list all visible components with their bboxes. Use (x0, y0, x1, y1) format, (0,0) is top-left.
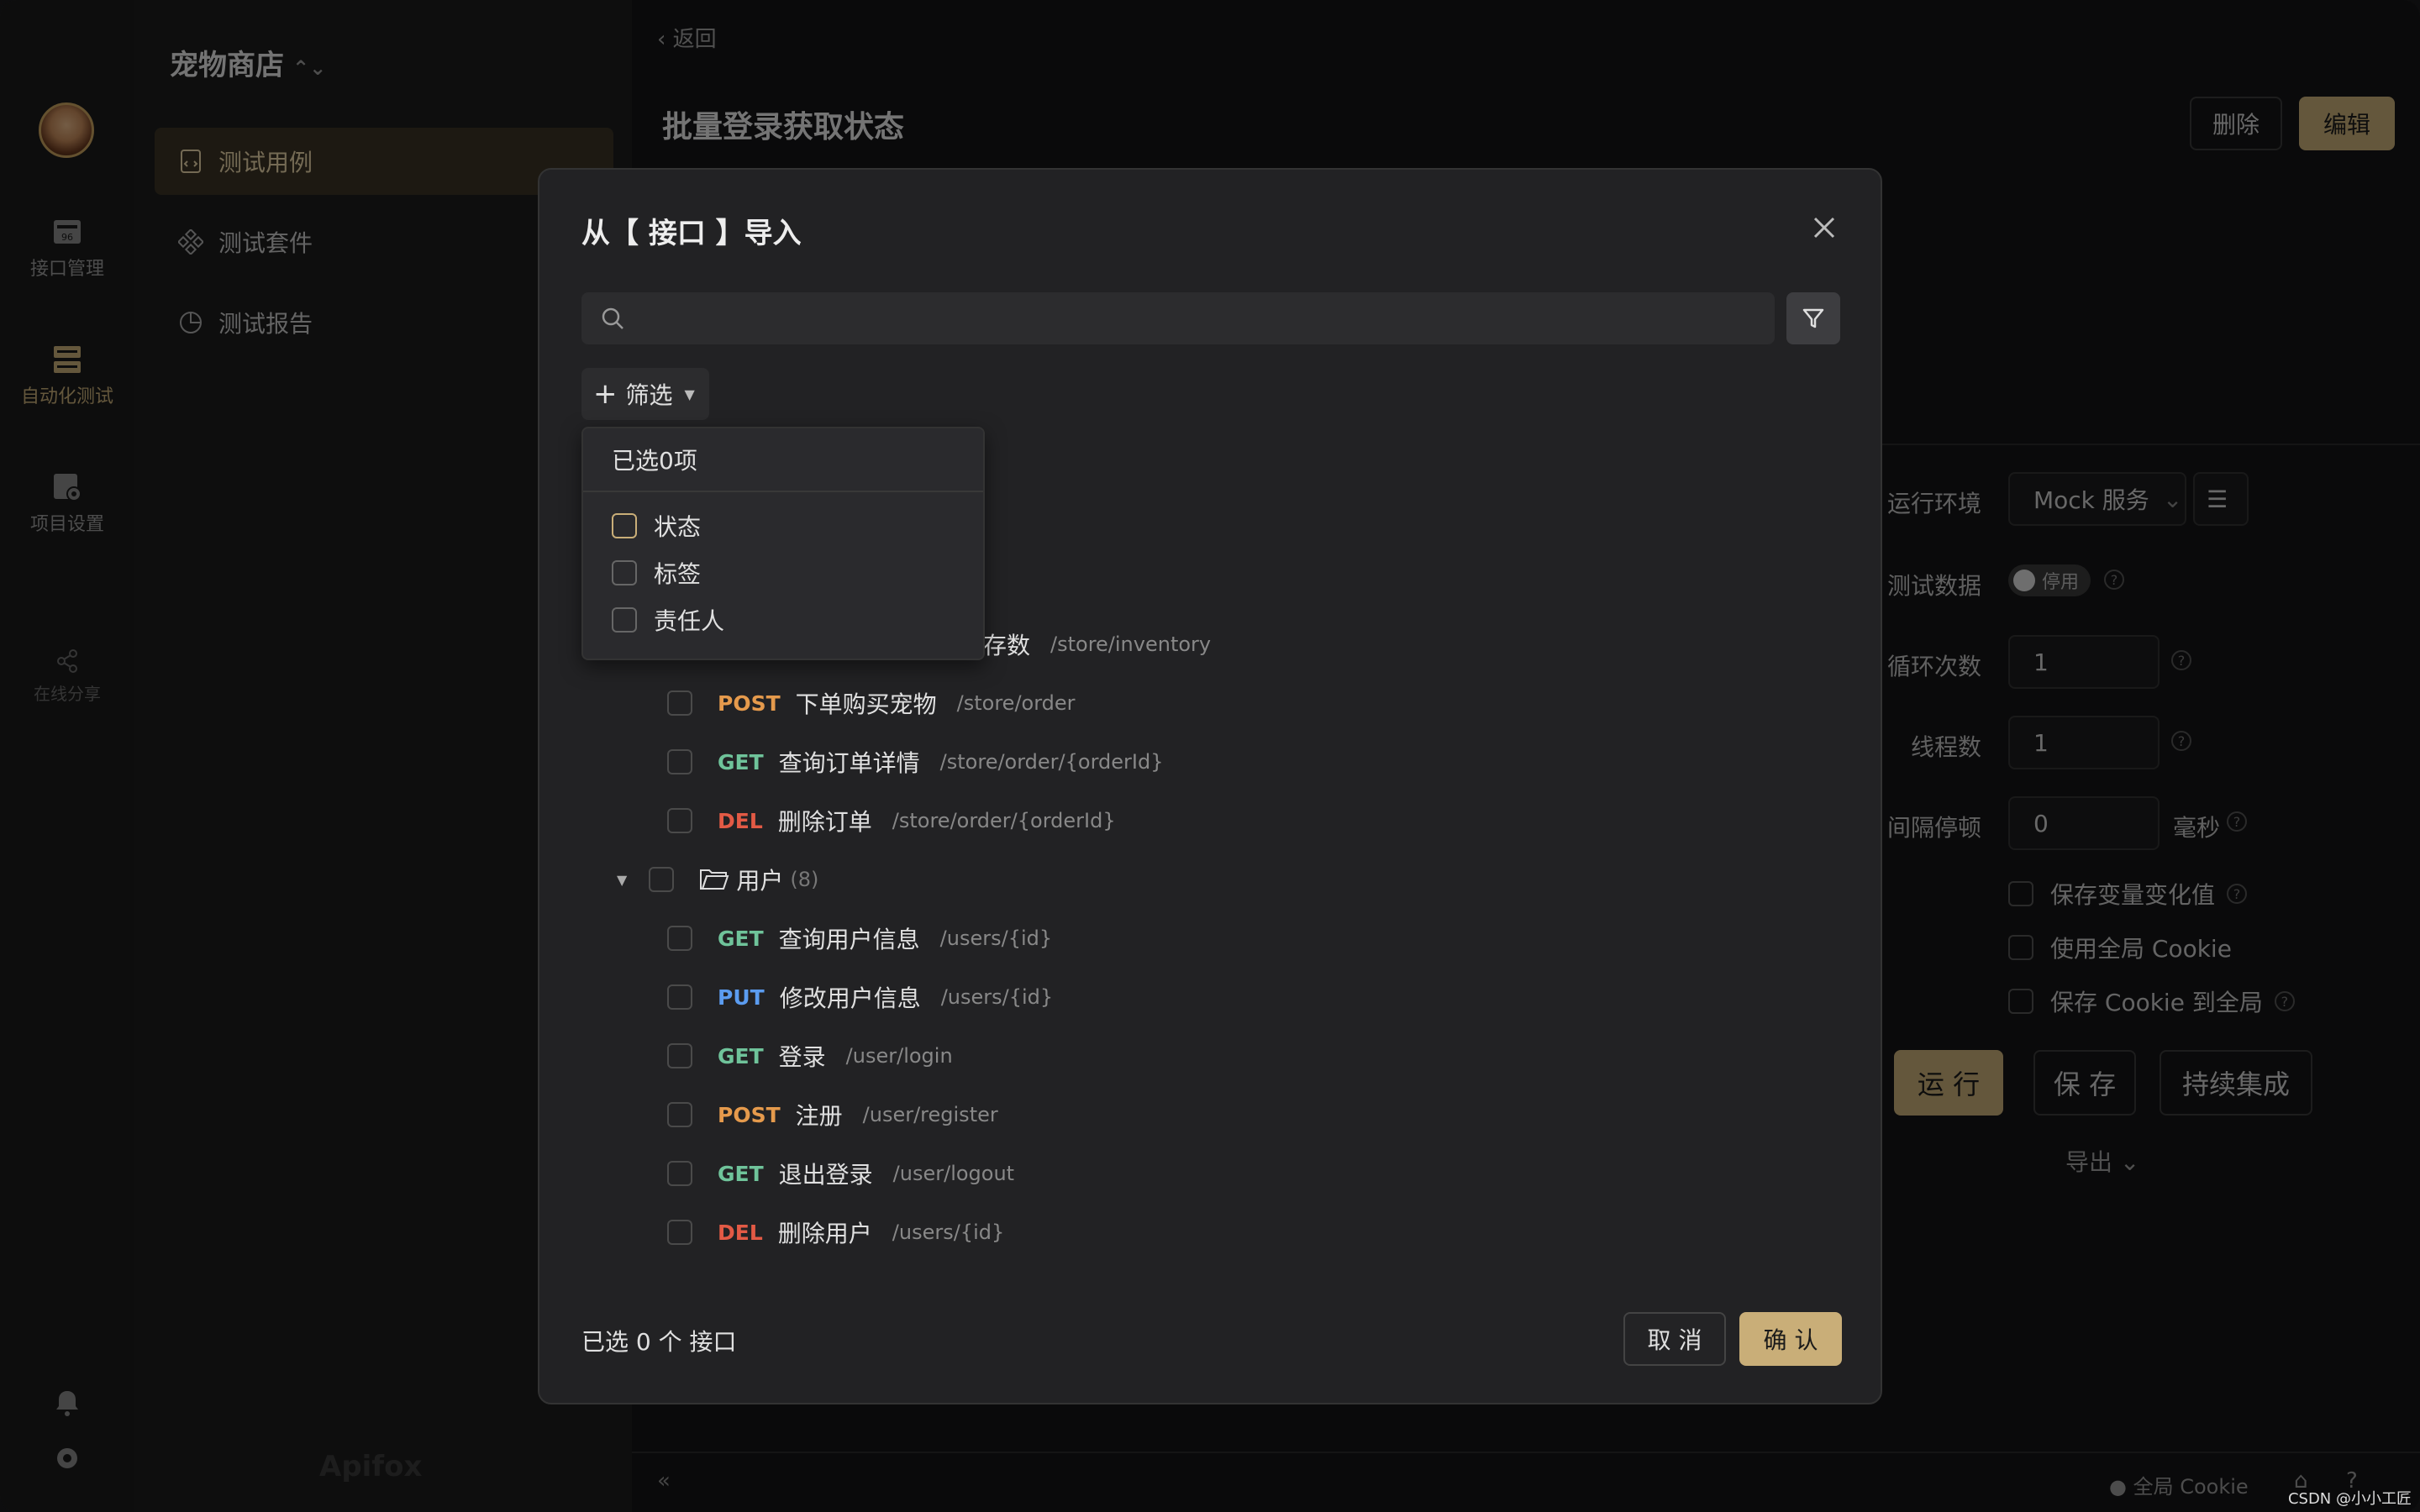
caret-down-icon: ▼ (684, 386, 695, 402)
filter-option-status[interactable]: 状态 (583, 502, 983, 549)
method-badge: GET (718, 926, 764, 951)
checkbox[interactable] (612, 513, 637, 538)
confirm-button[interactable]: 确 认 (1739, 1312, 1842, 1366)
method-badge: POST (718, 1102, 781, 1127)
checkbox[interactable] (667, 1043, 692, 1068)
api-path: /user/register (862, 1103, 998, 1126)
list-item[interactable]: DEL 删除用户/users/{id} (667, 1203, 1004, 1262)
method-badge: GET (718, 1161, 764, 1186)
api-path: /user/logout (892, 1162, 1015, 1185)
method-badge: POST (718, 690, 781, 716)
api-name: 查询订单详情 (778, 749, 920, 777)
option-label: 责任人 (654, 607, 725, 635)
folder-open-icon (700, 869, 729, 890)
checkbox[interactable] (667, 984, 692, 1010)
api-path: /users/{id} (892, 1221, 1005, 1244)
checkbox[interactable] (667, 1220, 692, 1245)
watermark: CSDN @小小工匠 (2287, 1490, 2412, 1508)
list-item[interactable]: PUT 修改用户信息/users/{id} (667, 968, 1053, 1026)
funnel-icon (1802, 308, 1824, 328)
modal-title: 从【 接口 】导入 (581, 217, 802, 250)
option-label: 标签 (654, 560, 702, 588)
checkbox[interactable] (667, 1102, 692, 1127)
folder-name: 用户 (736, 867, 784, 895)
api-name: 登录 (778, 1043, 826, 1071)
method-badge: DEL (718, 1220, 763, 1245)
checkbox[interactable] (667, 690, 692, 716)
dropdown-header: 已选0项 (583, 428, 983, 492)
api-path: /store/inventory (1050, 633, 1212, 656)
method-badge: GET (718, 1043, 764, 1068)
api-name: 删除用户 (777, 1220, 872, 1247)
app-window: 96 接口管理 自动化测试 项目设置 在线分享 宠物商店⌃⌄ 测试用例 测试套件 (0, 0, 2420, 1512)
filter-button[interactable] (1786, 292, 1840, 344)
checkbox[interactable] (667, 808, 692, 833)
checkbox[interactable] (612, 607, 637, 633)
import-modal: 从【 接口 】导入 + 筛选 ▼ 存数/store/inventory POST 下单… (538, 168, 1882, 1404)
filter-label: 筛选 (625, 381, 673, 409)
filter-dropdown: 已选0项 状态 标签 责任人 (581, 427, 985, 660)
filter-option-tags[interactable]: 标签 (583, 549, 983, 596)
checkbox[interactable] (667, 1161, 692, 1186)
api-path: /users/{id} (939, 927, 1053, 950)
plus-icon: + (593, 377, 618, 411)
api-name: 删除订单 (777, 808, 872, 836)
list-item[interactable]: GET 查询用户信息/users/{id} (667, 909, 1052, 968)
api-path: /store/order/{orderId} (939, 750, 1164, 774)
list-item[interactable]: POST 注册/user/register (667, 1085, 998, 1144)
method-badge: GET (718, 749, 764, 774)
api-name: 注册 (795, 1102, 843, 1130)
api-name: 退出登录 (778, 1161, 873, 1189)
checkbox[interactable] (612, 560, 637, 585)
checkbox[interactable] (649, 867, 675, 892)
filter-option-owner[interactable]: 责任人 (583, 596, 983, 643)
api-list: 存数/store/inventory POST 下单购买宠物/store/orde… (581, 615, 1842, 1396)
method-badge: DEL (718, 808, 763, 833)
api-path: /store/order/{orderId} (892, 809, 1116, 832)
list-item[interactable]: GET 查询订单详情/store/order/{orderId} (667, 732, 1163, 791)
api-name: 查询用户信息 (778, 926, 920, 953)
search-icon (602, 307, 623, 329)
api-name: 存数 (983, 632, 1031, 659)
checkbox[interactable] (667, 926, 692, 951)
method-badge: PUT (718, 984, 765, 1010)
cancel-button[interactable]: 取 消 (1623, 1312, 1726, 1366)
api-name: 修改用户信息 (779, 984, 921, 1012)
list-item[interactable]: GET 登录/user/login (667, 1026, 953, 1085)
api-name: 下单购买宠物 (795, 690, 937, 718)
close-icon[interactable] (1810, 213, 1839, 242)
api-path: /user/login (845, 1044, 953, 1068)
checkbox[interactable] (667, 749, 692, 774)
folder-row[interactable]: ▼ 用户 (8) (617, 850, 818, 909)
api-path: /users/{id} (940, 985, 1054, 1009)
add-filter-button[interactable]: + 筛选 ▼ (581, 368, 709, 420)
api-path: /store/order (956, 691, 1076, 715)
search-input[interactable] (581, 292, 1775, 344)
list-item[interactable]: GET 退出登录/user/logout (667, 1144, 1014, 1203)
option-label: 状态 (654, 513, 702, 541)
caret-down-icon[interactable]: ▼ (617, 872, 627, 888)
folder-count: (8) (790, 868, 819, 891)
selected-count: 已选 0 个 接口 (581, 1328, 737, 1356)
list-item[interactable]: DEL 删除订单/store/order/{orderId} (667, 791, 1116, 850)
list-item[interactable]: POST 下单购买宠物/store/order (667, 674, 1076, 732)
